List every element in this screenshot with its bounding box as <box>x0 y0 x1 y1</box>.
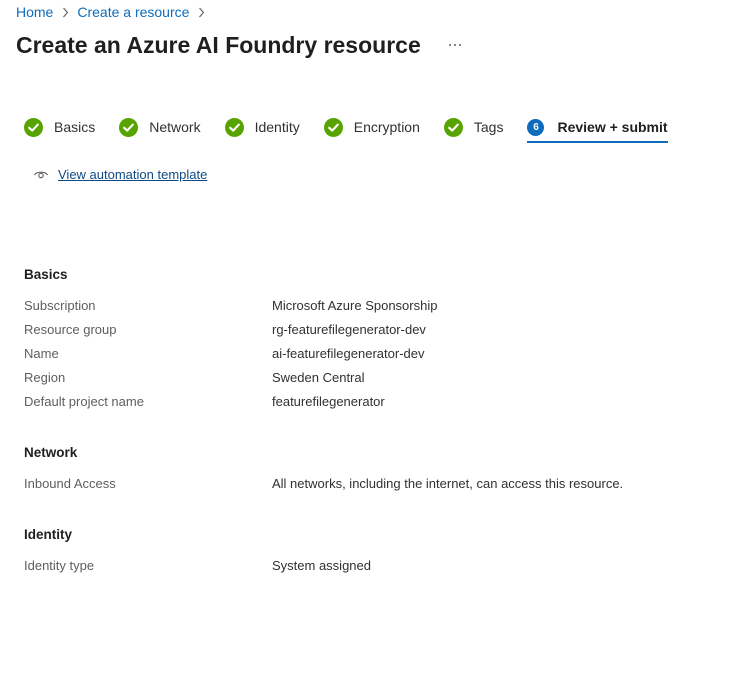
more-horizontal-icon <box>448 44 461 46</box>
chevron-right-icon <box>62 7 69 18</box>
tab-label: Identity <box>254 119 300 135</box>
tab-network[interactable]: Network <box>119 114 201 140</box>
summary-label: Inbound Access <box>24 476 116 491</box>
summary-value: Microsoft Azure Sponsorship <box>272 298 438 313</box>
summary-value: System assigned <box>272 558 371 573</box>
automation-template-row: View automation template <box>33 166 207 182</box>
section-heading-identity: Identity <box>24 527 73 542</box>
check-circle-icon <box>119 117 139 137</box>
summary-label: Resource group <box>24 322 117 337</box>
summary-label: Default project name <box>24 394 144 409</box>
breadcrumb-create-resource-link[interactable]: Create a resource <box>77 3 189 21</box>
eye-icon <box>33 166 49 182</box>
step-number-badge: 6 <box>527 118 545 136</box>
breadcrumb-home-link[interactable]: Home <box>16 3 53 21</box>
summary-label: Identity type <box>24 558 95 573</box>
title-row: Create an Azure AI Foundry resource <box>16 30 467 60</box>
tab-encryption[interactable]: Encryption <box>323 114 420 140</box>
more-options-button[interactable] <box>443 33 467 57</box>
page-title: Create an Azure AI Foundry resource <box>16 32 421 58</box>
view-automation-template-link[interactable]: View automation template <box>58 167 207 182</box>
tab-label: Network <box>149 119 201 135</box>
tab-label: Review + submit <box>557 119 668 135</box>
tab-tags[interactable]: Tags <box>443 114 504 140</box>
summary-value: ai-featurefilegenerator-dev <box>272 346 425 361</box>
summary-label: Region <box>24 370 66 385</box>
check-circle-icon <box>443 117 463 137</box>
section-heading-network: Network <box>24 445 78 460</box>
summary-value: featurefilegenerator <box>272 394 385 409</box>
tab-label: Encryption <box>353 119 420 135</box>
summary-label: Subscription <box>24 298 96 313</box>
tab-label: Tags <box>473 119 504 135</box>
tab-label: Basics <box>54 119 96 135</box>
tab-basics[interactable]: Basics <box>24 114 95 140</box>
tab-identity[interactable]: Identity <box>224 114 300 140</box>
summary-value: All networks, including the internet, ca… <box>272 476 624 491</box>
chevron-right-icon <box>198 7 205 18</box>
wizard-tabs: Basics Network Identity Encryption Tags … <box>24 112 692 143</box>
check-circle-icon <box>24 117 43 137</box>
summary-label: Name <box>24 346 59 361</box>
section-heading-basics: Basics <box>24 267 68 282</box>
summary-value: Sweden Central <box>272 370 365 385</box>
tab-review-submit[interactable]: 6 Review + submit <box>527 114 668 143</box>
check-circle-icon <box>224 117 244 137</box>
breadcrumb: Home Create a resource <box>16 3 213 21</box>
check-circle-icon <box>323 117 343 137</box>
summary-value: rg-featurefilegenerator-dev <box>272 322 426 337</box>
